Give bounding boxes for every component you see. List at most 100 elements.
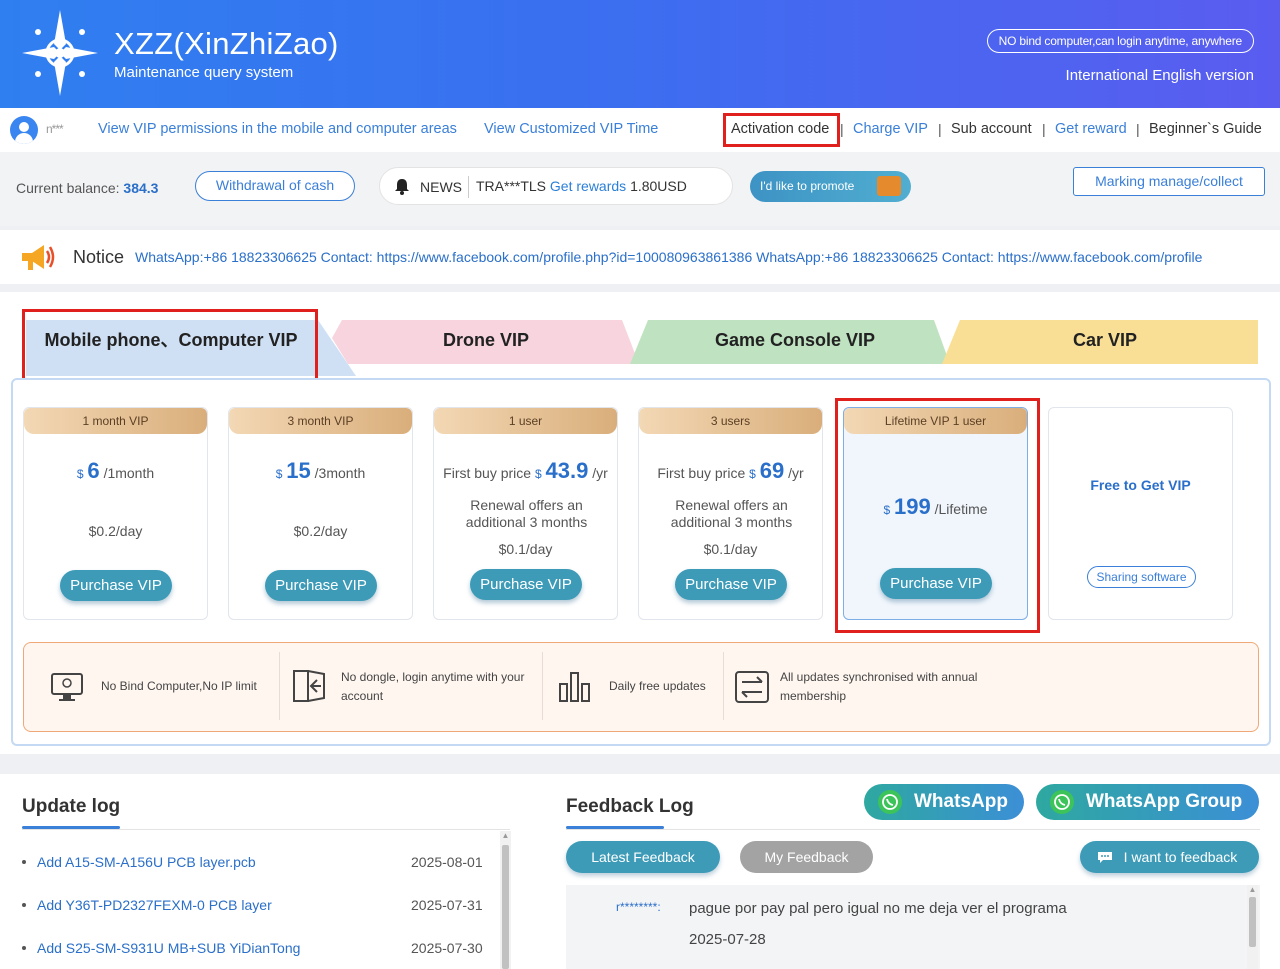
plan-price: $ 15 /3month	[229, 458, 412, 484]
app-subtitle: Maintenance query system	[114, 64, 294, 81]
update-log-scrollbar[interactable]: ▲	[500, 831, 511, 969]
withdraw-button[interactable]: Withdrawal of cash	[195, 171, 355, 201]
whatsapp-label: WhatsApp	[914, 791, 1008, 812]
gift-box-icon	[877, 176, 901, 196]
highlight-box	[835, 398, 1040, 633]
tab-game-console-vip[interactable]: Game Console VIP	[645, 320, 945, 366]
price-value: 15	[286, 458, 311, 483]
news-text: TRA***TLS Get rewards 1.80USD	[476, 178, 687, 194]
feedback-text: pague por pay pal pero igual no me deja …	[689, 900, 1067, 917]
notice-marquee[interactable]: WhatsApp:+86 18823306625 Contact: https:…	[135, 249, 1202, 265]
feedback-list	[566, 885, 1260, 969]
whatsapp-group-label: WhatsApp Group	[1086, 791, 1243, 812]
currency: $	[76, 467, 84, 481]
free-vip-card: Free to Get VIP Sharing software	[1048, 407, 1233, 620]
login-icon	[293, 670, 325, 702]
plan-ribbon: 1 month VIP	[24, 408, 207, 434]
plan-ribbon: 3 month VIP	[229, 408, 412, 434]
nav-link-sub-account[interactable]: Sub account	[951, 121, 1032, 137]
log-item-text[interactable]: Add S25-SM-S931U MB+SUB YiDianTong	[37, 940, 300, 956]
tab-car-vip[interactable]: Car VIP	[955, 320, 1255, 366]
chart-icon	[559, 672, 590, 702]
purchase-vip-button[interactable]: Purchase VIP	[470, 569, 582, 600]
feature-text: Daily free updates	[609, 679, 706, 693]
promote-button[interactable]: I'd like to promote	[750, 171, 911, 202]
promote-label: I'd like to promote	[760, 179, 855, 193]
purchase-vip-button[interactable]: Purchase VIP	[60, 570, 172, 601]
feedback-date: 2025-07-28	[689, 931, 766, 948]
log-item-text[interactable]: Add Y36T-PD2327FEXM-0 PCB layer	[37, 897, 272, 913]
nav-separator: |	[1042, 121, 1046, 137]
marking-manage-button[interactable]: Marking manage/collect	[1073, 167, 1265, 196]
highlight-box	[723, 113, 840, 147]
chat-bubble-icon	[1098, 852, 1112, 863]
plan-renewal-note: Renewal offers an additional 3 months	[670, 497, 793, 530]
tab-drone-vip[interactable]: Drone VIP	[340, 320, 632, 366]
price-prefix: First buy price	[443, 465, 532, 481]
nav-bar: n*** View VIP permissions in the mobile …	[0, 108, 1280, 152]
news-label: NEWS	[420, 179, 462, 195]
latest-feedback-tab[interactable]: Latest Feedback	[566, 841, 720, 873]
whatsapp-icon	[1050, 790, 1074, 814]
plan-per-day: $0.2/day	[293, 523, 348, 539]
nav-link-beginners-guide[interactable]: Beginner`s Guide	[1149, 121, 1262, 137]
feature-text: All updates synchronised with annual mem…	[780, 670, 978, 703]
price-value: 69	[759, 458, 785, 483]
list-item[interactable]: Add S25-SM-S931U MB+SUB YiDianTong	[22, 940, 300, 956]
price-prefix: First buy price	[657, 465, 746, 481]
sync-icon	[735, 671, 769, 703]
whatsapp-group-button[interactable]: WhatsApp Group	[1036, 784, 1259, 820]
nav-link-vip-permissions[interactable]: View VIP permissions in the mobile and c…	[98, 121, 457, 137]
purchase-vip-button[interactable]: Purchase VIP	[265, 570, 377, 601]
free-vip-title: Free to Get VIP	[1090, 477, 1191, 493]
whatsapp-button[interactable]: WhatsApp	[864, 784, 1024, 820]
list-item[interactable]: Add Y36T-PD2327FEXM-0 PCB layer	[22, 897, 272, 913]
plan-price: First buy price $ 43.9 /yr	[434, 458, 617, 484]
update-log-title: Update log	[22, 796, 121, 817]
megaphone-icon	[22, 245, 55, 270]
list-item[interactable]: Add A15-SM-A156U PCB layer.pcb	[22, 854, 256, 870]
log-item-date: 2025-07-30	[411, 940, 483, 956]
news-ticker: NEWS TRA***TLS Get rewards 1.80USD	[379, 167, 733, 205]
feature-text: No Bind Computer,No IP limit	[101, 679, 257, 693]
nav-link-custom-vip-time[interactable]: View Customized VIP Time	[484, 121, 658, 137]
language-switch[interactable]: International English version	[1066, 67, 1254, 84]
sharing-software-button[interactable]: Sharing software	[1087, 566, 1196, 588]
notice-label: Notice	[73, 247, 125, 267]
price-suffix: /yr	[788, 465, 804, 481]
plan-ribbon: 1 user	[434, 408, 617, 434]
current-balance: Current balance: 384.3	[16, 180, 158, 196]
price-suffix: /1month	[103, 465, 155, 481]
currency: $	[749, 467, 756, 481]
nav-separator: |	[938, 121, 942, 137]
monitor-icon	[51, 673, 83, 701]
nav-separator: |	[840, 121, 844, 137]
my-feedback-tab[interactable]: My Feedback	[740, 841, 873, 873]
balance-label: Current balance:	[16, 180, 120, 196]
i-want-to-feedback-button[interactable]: I want to feedback	[1080, 841, 1259, 873]
nav-link-get-reward[interactable]: Get reward	[1055, 121, 1127, 137]
header: XZZ(XinZhiZao) Maintenance query system …	[0, 0, 1280, 108]
user-avatar-icon[interactable]	[10, 116, 38, 144]
balance-value: 384.3	[123, 180, 159, 196]
plan-price: $ 6 /1month	[24, 458, 207, 484]
price-suffix: /3month	[314, 465, 366, 481]
plan-card: 1 month VIP $ 6 /1month $0.2/day Purchas…	[23, 407, 208, 620]
plan-price: First buy price $ 69 /yr	[639, 458, 822, 484]
news-user: TRA***TLS	[476, 178, 547, 194]
feedback-log-title: Feedback Log	[566, 796, 694, 817]
plan-per-day: $0.1/day	[498, 541, 553, 557]
highlight-box	[22, 309, 318, 383]
plan-per-day: $0.1/day	[703, 541, 758, 557]
news-amount: 1.80USD	[630, 178, 687, 194]
price-suffix: /yr	[592, 465, 608, 481]
purchase-vip-button[interactable]: Purchase VIP	[675, 569, 787, 600]
feedback-user: r********:	[616, 900, 661, 914]
no-bind-pill: NO bind computer,can login anytime, anyw…	[986, 29, 1254, 53]
log-item-text[interactable]: Add A15-SM-A156U PCB layer.pcb	[37, 854, 256, 870]
notice-bar: Notice WhatsApp:+86 18823306625 Contact:…	[0, 230, 1280, 284]
plan-renewal-note: Renewal offers an additional 3 months	[465, 497, 588, 530]
feedback-scrollbar[interactable]: ▲	[1247, 885, 1258, 969]
username: n***	[46, 122, 64, 136]
nav-link-charge-vip[interactable]: Charge VIP	[853, 121, 928, 137]
